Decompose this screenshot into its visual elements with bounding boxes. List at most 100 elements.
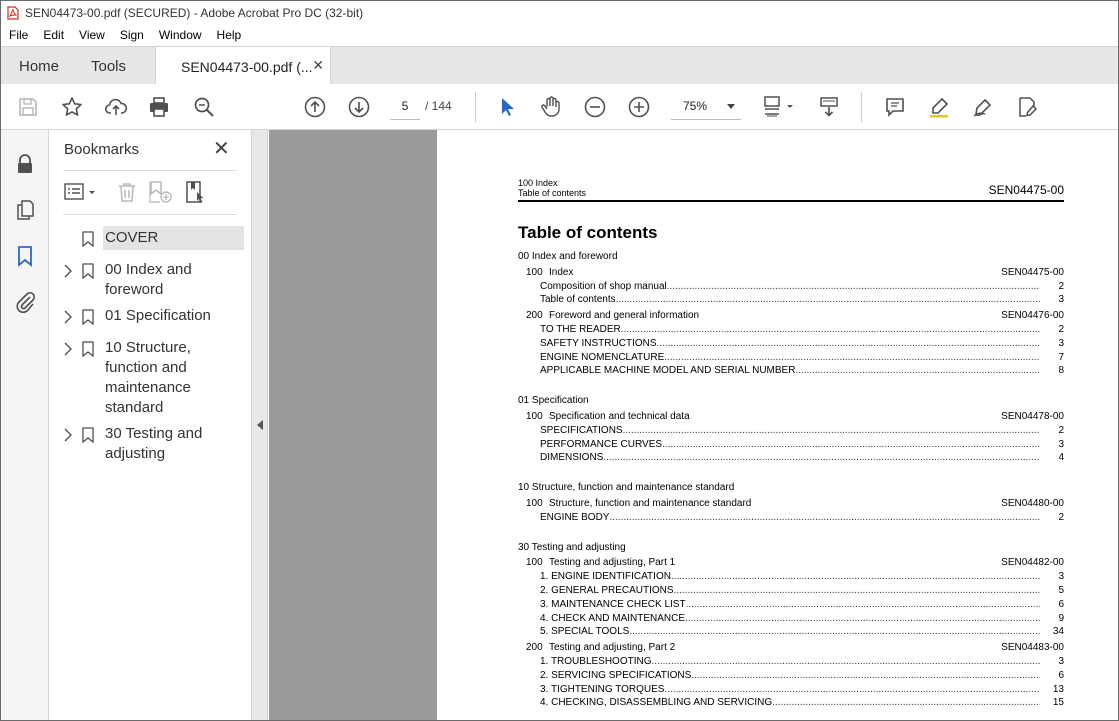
main-toolbar: 5 / 144 75% [1, 84, 1118, 130]
toc-section-title: 01 Specification [518, 395, 589, 407]
leader-dots [664, 683, 1040, 697]
chevron-right-icon[interactable] [63, 263, 73, 279]
bookmark-item-cover[interactable]: COVER [63, 226, 244, 254]
chapter-code: SEN04480-00 [1001, 497, 1064, 509]
hand-tool-icon[interactable] [538, 94, 564, 120]
leader-dots [674, 584, 1040, 598]
leader-dots [772, 696, 1040, 710]
panel-splitter[interactable] [252, 130, 268, 720]
leader-dots [621, 323, 1040, 337]
comment-icon[interactable] [882, 94, 908, 120]
menu-view[interactable]: View [71, 28, 112, 42]
chapter-number: 100 [526, 497, 543, 509]
next-page-icon[interactable] [346, 94, 372, 120]
leader-dots [671, 570, 1040, 584]
tab-document[interactable]: SEN04473-00.pdf (... ✕ [155, 47, 331, 86]
zoom-in-icon[interactable] [626, 94, 652, 120]
new-bookmark-icon[interactable] [147, 180, 173, 204]
pdf-page: 100 Index Table of contents SEN04475-00 … [437, 130, 1118, 720]
previous-page-icon[interactable] [302, 94, 328, 120]
chapter-number: 200 [526, 310, 543, 322]
bookmark-label: 10 Structure, function and maintenance s… [105, 339, 191, 416]
bookmark-item-structure[interactable]: 10 Structure, function and maintenance s… [63, 336, 244, 420]
toolbar-divider [475, 92, 476, 122]
toc-entry: SAFETY INSTRUCTIONS 3 [518, 337, 1064, 351]
toc-entry: DIMENSIONS 4 [518, 451, 1064, 465]
entry-page: 2 [1058, 280, 1064, 292]
toc-chapter: 100 Specification and technical data SEN04… [518, 410, 1064, 424]
entry-name: SPECIFICATIONS [540, 424, 623, 436]
bookmark-options-icon[interactable] [63, 180, 99, 204]
leader-dots [686, 598, 1040, 612]
entry-page: 2 [1058, 323, 1064, 335]
menu-sign[interactable]: Sign [112, 28, 151, 42]
attachment-icon[interactable] [13, 290, 37, 314]
document-canvas[interactable]: 100 Index Table of contents SEN04475-00 … [269, 130, 1118, 720]
bookmark-item-specification[interactable]: 01 Specification [63, 304, 244, 330]
leader-dots [662, 438, 1040, 452]
entry-name: 4. CHECKING, DISASSEMBLING AND SERVICING [540, 697, 773, 709]
entry-page: 3 [1058, 655, 1064, 667]
bookmark-item-index-foreword[interactable]: 00 Index and foreword [63, 258, 244, 302]
menu-window[interactable]: Window [151, 28, 209, 42]
chapter-name: Foreword and general information [549, 310, 700, 322]
menu-edit[interactable]: Edit [35, 28, 71, 42]
chevron-down-icon [727, 104, 735, 109]
upload-cloud-icon[interactable] [103, 94, 129, 120]
chapter-code: SEN04475-00 [1001, 266, 1064, 278]
zoom-level-value: 75% [683, 99, 708, 113]
toc-list: 00 Index and foreword 100 Index SEN04475-00… [518, 250, 1064, 710]
bookmark-icon [82, 341, 94, 358]
menu-help[interactable]: Help [209, 28, 249, 42]
toc-entry: Composition of shop manual 2 [518, 280, 1064, 294]
pages-thumbnail-icon[interactable] [13, 198, 37, 222]
bookmark-label: 30 Testing and adjusting [105, 425, 203, 462]
lock-icon[interactable] [13, 152, 37, 176]
chevron-right-icon[interactable] [63, 309, 73, 325]
entry-name: 1. TROUBLESHOOTING [540, 655, 652, 667]
close-panel-icon[interactable]: ✕ [213, 139, 230, 159]
bookmark-panel-icon[interactable] [13, 244, 37, 268]
zoom-level-select[interactable]: 75% [671, 94, 741, 120]
entry-name: Composition of shop manual [540, 280, 667, 292]
toc-entry: PERFORMANCE CURVES 3 [518, 438, 1064, 452]
bookmarks-panel: Bookmarks ✕ COVER 00 Index and foreword [49, 130, 252, 720]
chevron-right-icon[interactable] [63, 427, 73, 443]
toc-section-title: 10 Structure, function and maintenance s… [518, 482, 735, 494]
page-number-input[interactable]: 5 [390, 94, 420, 120]
save-icon[interactable] [15, 94, 41, 120]
delete-bookmark-icon[interactable] [115, 180, 139, 204]
entry-name: 2. SERVICING SPECIFICATIONS [540, 669, 692, 681]
menu-file[interactable]: File [1, 28, 35, 42]
toc-entry: Table of contents 3 [518, 293, 1064, 307]
sign-pen-icon[interactable] [970, 94, 996, 120]
chapter-code: SEN04478-00 [1001, 410, 1064, 422]
entry-name: Table of contents [540, 294, 616, 306]
zoom-search-icon[interactable] [191, 94, 217, 120]
fill-sign-icon[interactable] [1014, 94, 1040, 120]
entry-page: 3 [1058, 337, 1064, 349]
bookmark-label: 00 Index and foreword [105, 261, 192, 298]
scroll-mode-icon[interactable] [816, 94, 842, 120]
tab-home[interactable]: Home [19, 47, 59, 85]
zoom-out-icon[interactable] [582, 94, 608, 120]
entry-page: 6 [1058, 598, 1064, 610]
running-header-left: 100 Index Table of contents [518, 178, 586, 198]
leader-dots [616, 293, 1040, 307]
highlight-pen-icon[interactable] [926, 94, 952, 120]
bookmark-item-testing[interactable]: 30 Testing and adjusting [63, 422, 244, 466]
collapse-panel-icon[interactable] [257, 420, 263, 430]
select-cursor-icon[interactable] [494, 94, 520, 120]
page-layout-icon[interactable] [761, 94, 797, 120]
star-icon[interactable] [59, 94, 85, 120]
entry-page: 5 [1058, 584, 1064, 596]
find-bookmark-icon[interactable] [183, 180, 209, 204]
chevron-right-icon[interactable] [63, 341, 73, 357]
print-icon[interactable] [146, 94, 172, 120]
leader-dots [664, 351, 1040, 365]
toc-chapter: 200 Testing and adjusting, Part 2 SEN04483… [518, 641, 1064, 655]
close-tab-icon[interactable]: ✕ [312, 57, 324, 74]
tab-tools[interactable]: Tools [91, 47, 126, 85]
